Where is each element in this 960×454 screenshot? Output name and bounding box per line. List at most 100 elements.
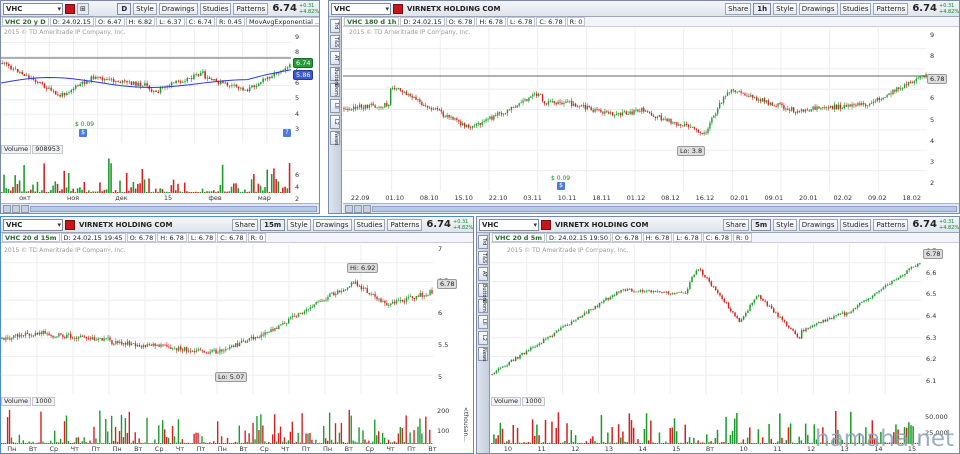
side-tab-buttons[interactable]: Buttons [330,67,340,87]
zoom-out-icon[interactable] [3,204,11,213]
side-tab-lii[interactable]: LII [330,99,340,113]
link-color-button[interactable] [393,3,403,14]
scroll-track[interactable] [372,205,957,212]
style-button[interactable]: Style [773,218,797,231]
price-chart[interactable] [491,244,921,394]
side-tab-at[interactable]: AT [478,267,488,281]
candle-body [130,343,133,346]
symbol-selector[interactable]: VHC [479,218,539,231]
symbol-selector[interactable]: VHC [3,218,63,231]
question-icon[interactable]: ? [283,129,291,137]
patterns-button[interactable]: Patterns [387,218,423,231]
side-tab-ts[interactable]: T&S [478,251,488,265]
aggregation-button[interactable]: 15m [260,218,286,231]
candle-body [287,318,290,324]
dividend-icon[interactable]: $ [79,129,87,137]
candle-body [545,103,548,105]
chart-scrollbar[interactable] [1,203,319,213]
volume-bar [697,440,699,444]
volume-chart [1,409,433,444]
zoom-in-icon[interactable] [12,204,20,213]
side-tab-ts[interactable]: T&S [330,35,340,49]
link-color-button[interactable] [541,219,551,230]
candle-body [43,83,46,88]
patterns-button[interactable]: Patterns [873,218,909,231]
candle-body [796,110,799,113]
symbol-selector[interactable]: VHC [331,2,391,15]
ohlc-value: L: 6.37 [156,17,185,26]
patterns-button[interactable]: Patterns [873,2,909,15]
share-button[interactable]: Share [722,218,749,231]
studies-button[interactable]: Studies [839,218,872,231]
candle-body [808,110,810,112]
candle-body [150,89,153,92]
dividend-icon[interactable]: $ [557,182,565,190]
candle-body [683,123,686,127]
candle-body [77,337,80,339]
candle-body [233,84,235,86]
symbol-selector[interactable]: VHC [3,2,63,15]
volume-bar [156,442,158,444]
scroll-left-icon[interactable] [21,204,29,213]
candle-body [721,295,723,300]
side-tab-dom[interactable]: Dom [330,83,340,97]
zoom-in-icon[interactable] [354,204,362,213]
volume-header: Volume 1000 [491,397,545,406]
volume-bar [152,191,155,193]
studies-button[interactable]: Studies [353,218,386,231]
chart-descriptor[interactable]: VHC 20 d 15m [2,233,60,242]
candle-body [792,329,794,331]
scroll-left-icon[interactable] [363,204,371,213]
volume-bar [136,442,138,444]
volume-bar [42,441,44,444]
patterns-button[interactable]: Patterns [233,2,269,15]
candle-body [262,78,264,83]
side-tab-trd[interactable]: Trd [478,235,488,249]
chart-descriptor[interactable]: VHC 20 y D [2,17,49,26]
aggregation-button[interactable]: 1h [753,2,772,15]
candle-body [813,324,816,326]
aggregation-button[interactable]: 5m [750,218,772,231]
volume-bar [342,441,345,444]
chart-scrollbar[interactable] [343,203,959,213]
time-axis: окт ноя дек 15 фев мар [1,194,319,202]
chart-descriptor[interactable]: VHC 180 d 1h [344,17,400,26]
price-chart[interactable] [1,28,291,143]
volume-bar [126,432,129,444]
side-tab-buttons[interactable]: Buttons [478,283,488,303]
link-color-button[interactable] [65,3,75,14]
volume-bar [237,188,240,193]
style-button[interactable]: Style [133,2,157,15]
candle-body [888,93,890,96]
side-tab-dom[interactable]: Dom [478,299,488,313]
chart-descriptor[interactable]: VHC 20 d 5m [492,233,546,242]
side-tab-trd[interactable]: Trd [330,19,340,33]
side-tab-at[interactable]: AT [330,51,340,65]
price-chart[interactable] [343,28,927,191]
link-color-button[interactable] [65,219,75,230]
drawings-button[interactable]: Drawings [312,218,352,231]
volume-bar [18,434,21,444]
side-tab-l2[interactable]: L2 [478,331,488,345]
volume-bar [415,442,417,444]
style-button[interactable]: Style [287,218,311,231]
zoom-out-icon[interactable] [345,204,353,213]
drawings-button[interactable]: Drawings [798,218,838,231]
group-button[interactable]: ⊞ [77,2,89,15]
volume-bar [85,442,87,444]
share-button[interactable]: Share [725,2,752,15]
share-button[interactable]: Share [231,218,259,231]
aggregation-button[interactable]: D [117,2,132,15]
drawings-button[interactable]: Drawings [158,2,198,15]
drawings-button[interactable]: Drawings [798,2,838,15]
scroll-track[interactable] [30,205,317,212]
studies-button[interactable]: Studies [199,2,232,15]
studies-button[interactable]: Studies [839,2,872,15]
side-tab-l2[interactable]: L2 [330,115,340,129]
volume-bar [383,437,386,444]
side-tab-news[interactable]: News [330,131,340,146]
side-tab-lii[interactable]: LII [478,315,488,329]
candle-body [866,105,869,107]
side-tab-news[interactable]: News [478,347,488,362]
style-button[interactable]: Style [773,2,797,15]
